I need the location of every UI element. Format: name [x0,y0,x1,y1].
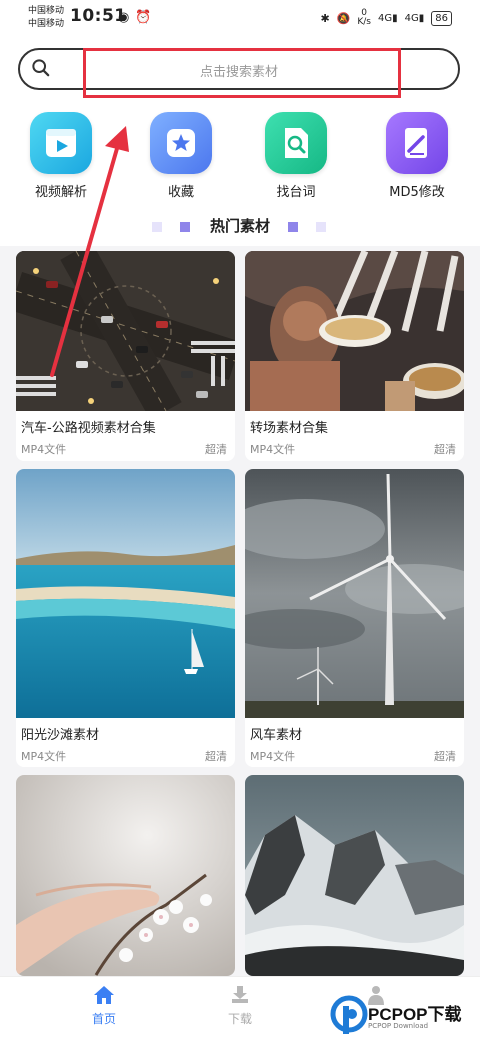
thumbnail-mountain [245,775,464,976]
quick-action-label: 收藏 [167,185,194,200]
quick-action-video-parse[interactable]: 视频解析 [16,112,106,200]
material-card-mountain[interactable] [245,775,464,976]
status-icons: ◉ ⏰ [118,10,158,25]
material-card-windmill[interactable]: 风车素材 MP4文件 超清 [245,469,464,767]
card-title: 风车素材 [250,728,303,743]
card-file-type: MP4文件 [250,750,296,763]
carrier-1: 中国移动 [28,6,65,16]
thumbnail-flower [16,775,235,976]
material-card-transitions[interactable]: 转场素材合集 MP4文件 超清 [245,251,464,461]
edit-document-icon [386,112,448,174]
card-quality: 超清 [205,750,227,763]
card-title: 转场素材合集 [250,421,329,436]
thumbnail-transitions [245,251,464,411]
material-card-flower[interactable] [16,775,235,976]
decor-square [288,222,298,232]
quick-action-label: 视频解析 [34,185,87,200]
card-title: 汽车-公路视频素材合集 [21,421,156,436]
card-file-type: MP4文件 [21,750,67,763]
carrier-2: 中国移动 [28,19,65,29]
quick-action-label: MD5修改 [389,185,445,200]
signal-1: 4G▮ [377,12,398,24]
quick-action-label: 找台词 [276,185,316,200]
material-card-beach[interactable]: 阳光沙滩素材 MP4文件 超清 [16,469,235,767]
pcpop-logo-icon [330,995,368,1034]
signal-1-label: 4G [377,12,393,24]
card-title: 阳光沙滩素材 [21,728,100,743]
highlight-box [83,48,401,98]
card-quality: 超清 [434,443,456,456]
tab-download[interactable]: 下载 [200,985,280,1027]
tab-download-label: 下载 [227,1012,252,1026]
signal-2: 4G▮ [404,12,425,24]
quick-action-favorites[interactable]: 收藏 [136,112,226,200]
eye-icon: ◉ [118,10,130,25]
tab-home[interactable]: 首页 [64,985,144,1027]
thumbnail-beach [16,469,235,718]
card-file-type: MP4文件 [21,443,67,456]
card-file-type: MP4文件 [250,443,296,456]
carrier-info: 中国移动 中国移动 [28,5,64,31]
net-speed-unit: K/s [357,17,371,27]
home-icon [94,986,114,1004]
tab-home-label: 首页 [91,1012,116,1026]
video-play-icon [30,112,92,174]
signal-2-label: 4G [404,12,419,24]
net-speed: 0 K/s [357,9,371,27]
quick-action-md5-edit[interactable]: MD5修改 [372,112,462,200]
mute-icon: 🔕 [336,11,351,25]
status-right: ✱ 🔕 0 K/s 4G▮ 4G▮ 86 [320,9,452,27]
watermark-logo: PCPOP下载 PCPOP Download [330,994,480,1040]
watermark-sub: PCPOP Download [368,1022,429,1030]
alarm-icon: ⏰ [135,10,152,25]
status-bar: 中国移动 中国移动 10:51 ◉ ⏰ ✱ 🔕 0 K/s 4G▮ 4G▮ 86 [0,0,480,36]
material-card-cars[interactable]: 汽车-公路视频素材合集 MP4文件 超清 [16,251,235,461]
battery-indicator: 86 [431,10,452,26]
bluetooth-icon: ✱ [320,11,330,25]
search-document-icon [265,112,327,174]
download-icon [232,986,248,1003]
quick-action-find-lines[interactable]: 找台词 [251,112,341,200]
section-title: 热门素材 [209,217,270,235]
card-quality: 超清 [434,750,456,763]
star-icon [150,112,212,174]
thumbnail-cars [16,251,235,411]
card-quality: 超清 [205,443,227,456]
decor-square [316,222,326,232]
thumbnail-windmill [245,469,464,718]
